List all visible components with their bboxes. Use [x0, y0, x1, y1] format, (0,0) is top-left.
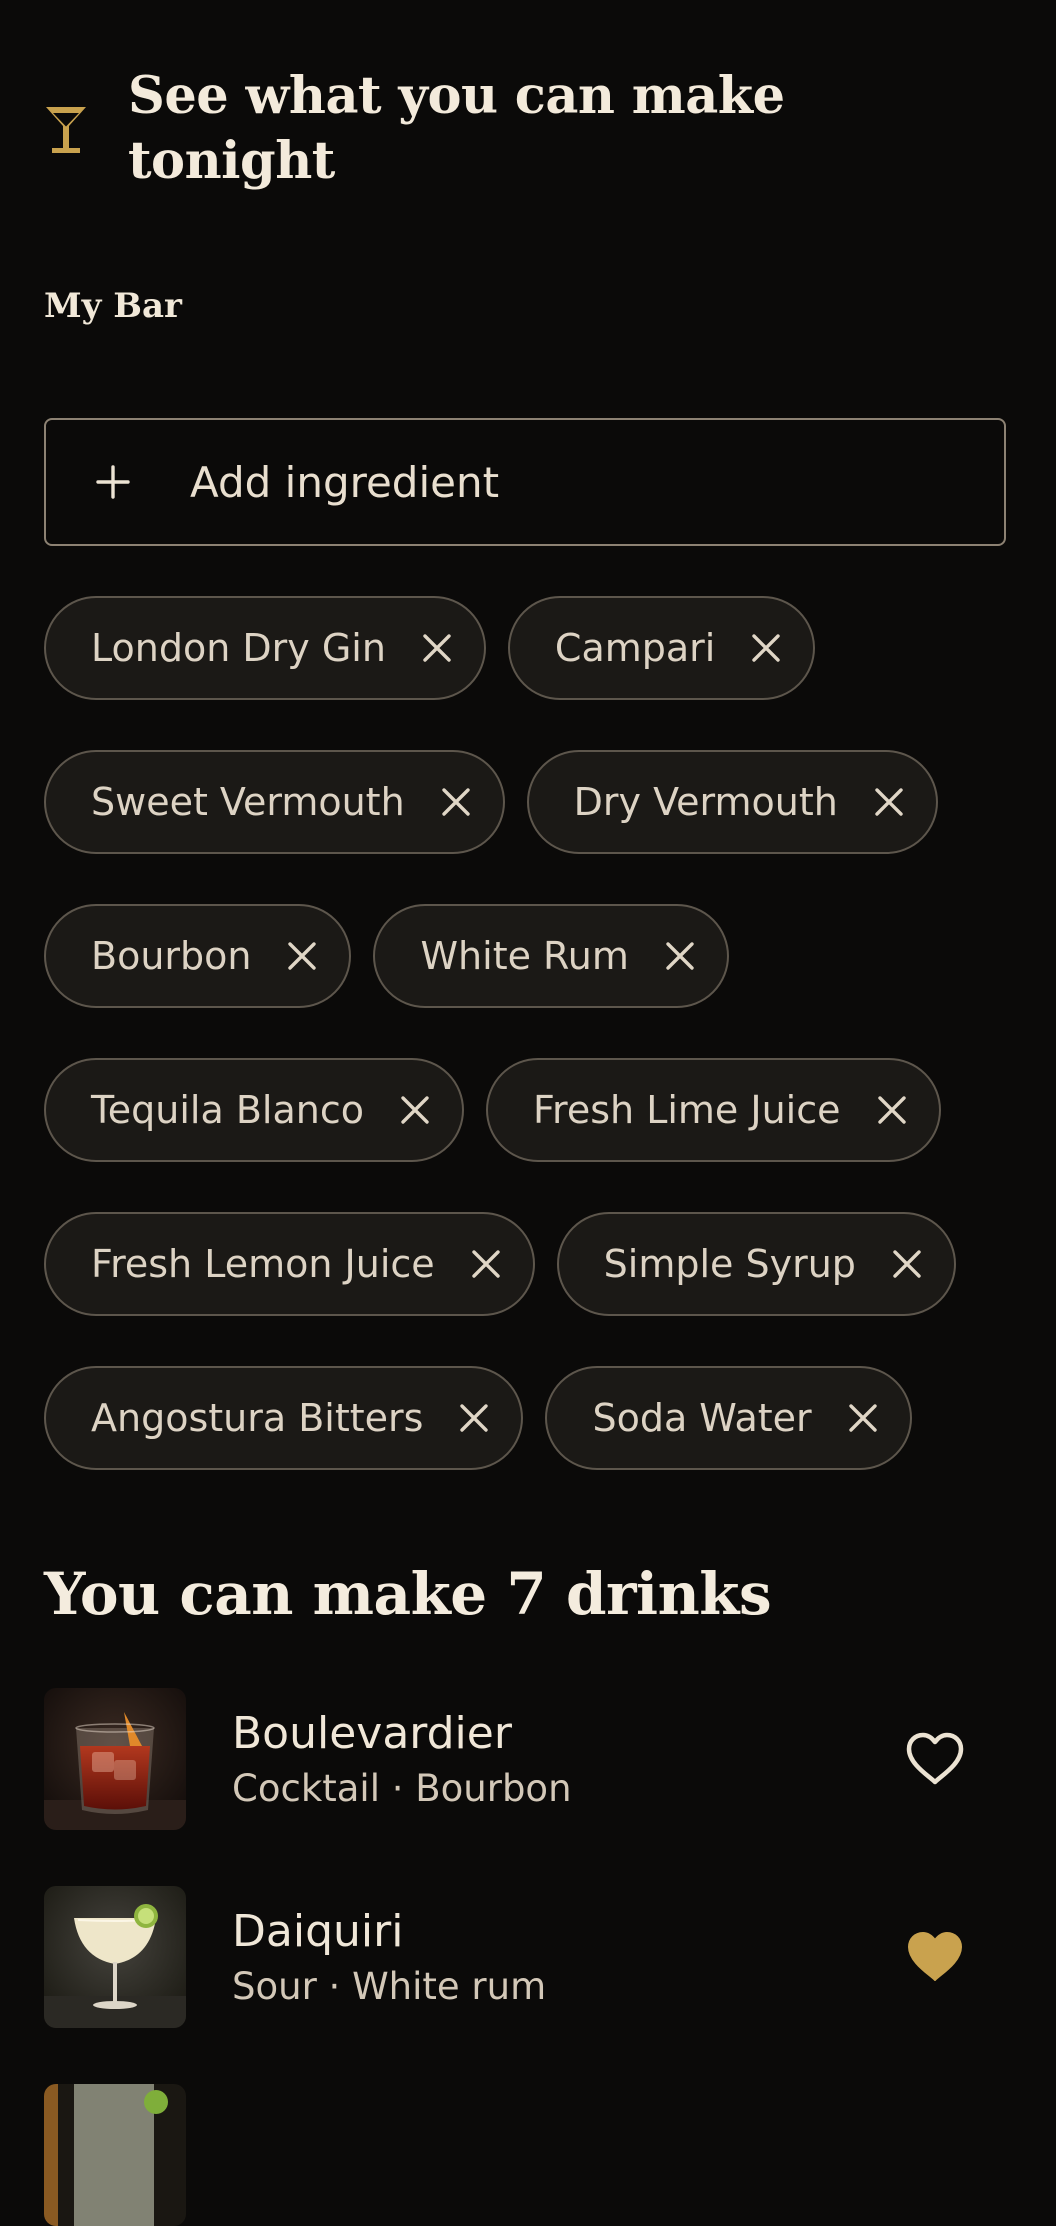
ingredient-chip-label: Angostura Bitters: [91, 1396, 424, 1440]
remove-ingredient-icon[interactable]: [437, 783, 475, 821]
remove-ingredient-icon[interactable]: [283, 937, 321, 975]
remove-ingredient-icon[interactable]: [418, 629, 456, 667]
drink-name: Daiquiri: [232, 1906, 404, 1957]
drink-thumbnail: [44, 2084, 186, 2226]
ingredient-chip-label: Dry Vermouth: [573, 780, 838, 824]
ingredient-chip-label: Tequila Blanco: [91, 1088, 364, 1132]
ingredient-chip: Simple Syrup: [556, 1212, 956, 1316]
ingredient-chip: Sweet Vermouth: [44, 750, 505, 854]
drink-thumbnail: [44, 1688, 186, 1830]
ingredient-chip: Bourbon: [44, 904, 352, 1008]
ingredient-chip: Fresh Lime Juice: [485, 1058, 941, 1162]
ingredient-chip-label: Bourbon: [91, 934, 252, 978]
drink-list-item[interactable]: Daiquiri Sour · White rum: [44, 1886, 1006, 2028]
ingredient-chip: London Dry Gin: [44, 596, 486, 700]
heart-filled-icon[interactable]: [900, 1922, 970, 1992]
ingredient-chip-label: White Rum: [420, 934, 629, 978]
header: See what you can make tonight: [44, 64, 924, 194]
ingredient-chip: Dry Vermouth: [526, 750, 938, 854]
remove-ingredient-icon[interactable]: [888, 1245, 926, 1283]
heart-outline-icon[interactable]: [900, 1724, 970, 1794]
drink-meta: Cocktail · Bourbon: [232, 1767, 572, 1810]
ingredient-chip-label: Simple Syrup: [603, 1242, 856, 1286]
ingredient-chip: Soda Water: [545, 1366, 912, 1470]
ingredient-chip-label: London Dry Gin: [91, 626, 386, 670]
ingredient-chip-label: Soda Water: [592, 1396, 812, 1440]
drink-name: Boulevardier: [232, 1708, 512, 1759]
ingredient-chip-label: Sweet Vermouth: [91, 780, 405, 824]
remove-ingredient-icon[interactable]: [747, 629, 785, 667]
ingredient-chip-label: Fresh Lemon Juice: [91, 1242, 435, 1286]
remove-ingredient-icon[interactable]: [870, 783, 908, 821]
results-heading: You can make 7 drinks: [44, 1560, 772, 1628]
drink-thumbnail: [44, 1886, 186, 2028]
cocktail-glass-icon: [44, 64, 128, 162]
remove-ingredient-icon[interactable]: [467, 1245, 505, 1283]
add-ingredient-label: Add ingredient: [190, 457, 500, 507]
remove-ingredient-icon[interactable]: [396, 1091, 434, 1129]
page-title: See what you can make tonight: [128, 66, 785, 191]
remove-ingredient-icon[interactable]: [455, 1399, 493, 1437]
drink-info: Daiquiri Sour · White rum: [232, 1902, 900, 2012]
drink-info: Boulevardier Cocktail · Bourbon: [232, 1704, 900, 1814]
ingredient-chip: Tequila Blanco: [44, 1058, 464, 1162]
ingredient-chip: Fresh Lemon Juice: [44, 1212, 535, 1316]
plus-icon: [88, 457, 138, 507]
ingredient-chip-list: London Dry Gin Campari Sweet Vermouth Dr…: [44, 596, 1024, 1470]
drink-list-item[interactable]: [44, 2084, 1006, 2226]
drink-list-item[interactable]: Boulevardier Cocktail · Bourbon: [44, 1688, 1006, 1830]
ingredient-chip: Angostura Bitters: [44, 1366, 524, 1470]
my-bar-heading: My Bar: [44, 286, 182, 326]
add-ingredient-button[interactable]: Add ingredient: [44, 418, 1006, 546]
remove-ingredient-icon[interactable]: [661, 937, 699, 975]
drink-meta: Sour · White rum: [232, 1965, 547, 2008]
ingredient-chip: White Rum: [373, 904, 729, 1008]
ingredient-chip-label: Campari: [554, 626, 716, 670]
ingredient-chip: Campari: [507, 596, 816, 700]
remove-ingredient-icon[interactable]: [844, 1399, 882, 1437]
remove-ingredient-icon[interactable]: [873, 1091, 911, 1129]
ingredient-chip-label: Fresh Lime Juice: [532, 1088, 841, 1132]
